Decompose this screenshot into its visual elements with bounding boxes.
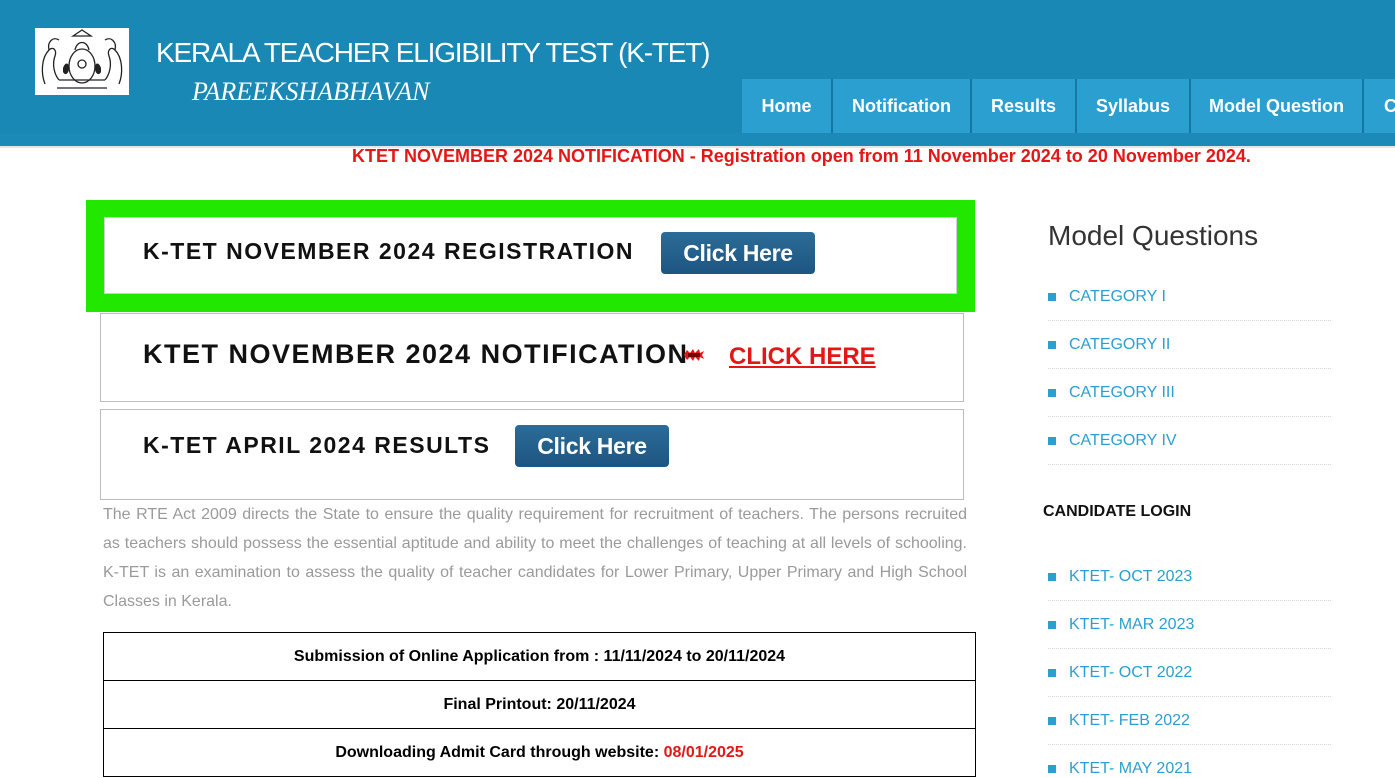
bullet-square-icon: [1048, 436, 1056, 445]
nav-home[interactable]: Home: [742, 79, 833, 133]
bullet-square-icon: [1048, 292, 1056, 301]
schedule-cell: Submission of Online Application from : …: [103, 632, 976, 681]
bullet-square-icon: [1048, 716, 1056, 725]
registration-button[interactable]: Click Here: [661, 232, 815, 274]
results-label: K-TET APRIL 2024 RESULTS: [143, 432, 491, 458]
login-label: KTET- MAY 2021: [1069, 759, 1193, 777]
category-link[interactable]: CATEGORY I: [1048, 273, 1331, 321]
schedule-text: Submission of Online Application from : …: [293, 647, 786, 665]
login-link[interactable]: KTET- OCT 2023: [1048, 553, 1331, 601]
category-link[interactable]: CATEGORY III: [1048, 369, 1331, 417]
candidate-login-title: CANDIDATE LOGIN: [1043, 503, 1192, 520]
table-row: Downloading Admit Card through website: …: [103, 728, 976, 777]
bullet-square-icon: [1048, 388, 1056, 397]
login-link[interactable]: KTET- OCT 2022: [1048, 649, 1331, 697]
category-label: CATEGORY III: [1069, 383, 1175, 401]
registration-label: K-TET NOVEMBER 2024 REGISTRATION: [143, 238, 635, 264]
new-badge-icon: [684, 349, 704, 361]
bullet-square-icon: [1048, 340, 1056, 349]
notification-link[interactable]: CLICK HERE: [729, 343, 876, 371]
login-link[interactable]: KTET- MAR 2023: [1048, 601, 1331, 649]
nav-notification[interactable]: Notification: [833, 79, 972, 133]
schedule-cell: Final Printout: 20/11/2024: [103, 680, 976, 729]
login-label: KTET- FEB 2022: [1069, 711, 1190, 729]
emblem-graphic: [41, 29, 123, 89]
category-label: CATEGORY I: [1069, 287, 1166, 305]
table-row: Final Printout: 20/11/2024: [103, 680, 976, 729]
login-label: KTET- MAR 2023: [1069, 615, 1195, 633]
bullet-square-icon: [1048, 668, 1056, 677]
login-label: KTET- OCT 2022: [1069, 663, 1193, 681]
results-button[interactable]: Click Here: [515, 425, 669, 467]
table-row: Submission of Online Application from : …: [103, 632, 976, 681]
category-label: CATEGORY IV: [1069, 431, 1177, 449]
schedule-text: Final Printout: 20/11/2024: [443, 695, 636, 713]
model-questions-title: Model Questions: [1048, 220, 1259, 251]
bullet-square-icon: [1048, 620, 1056, 629]
header-strip: [0, 133, 1395, 146]
site-subtitle: PAREEKSHABHAVAN: [192, 77, 430, 106]
schedule-table: Submission of Online Application from : …: [103, 632, 976, 777]
schedule-cell: Downloading Admit Card through website: …: [103, 728, 976, 777]
model-question-list: CATEGORY I CATEGORY II CATEGORY III CATE…: [1048, 273, 1331, 465]
notification-label: KTET NOVEMBER 2024 NOTIFICATION: [143, 339, 689, 369]
nav-syllabus[interactable]: Syllabus: [1077, 79, 1191, 133]
site-title: KERALA TEACHER ELIGIBILITY TEST (K-TET): [156, 37, 711, 68]
bullet-square-icon: [1048, 572, 1056, 581]
nav-truncated-item[interactable]: C: [1364, 79, 1395, 133]
category-link[interactable]: CATEGORY IV: [1048, 417, 1331, 465]
login-link[interactable]: KTET- FEB 2022: [1048, 697, 1331, 745]
schedule-text: Downloading Admit Card through website:: [335, 743, 664, 761]
candidate-login-list: KTET- OCT 2023 KTET- MAR 2023 KTET- OCT …: [1048, 553, 1331, 778]
login-link[interactable]: KTET- MAY 2021: [1048, 745, 1331, 778]
category-link[interactable]: CATEGORY II: [1048, 321, 1331, 369]
kerala-emblem-icon[interactable]: [35, 28, 129, 95]
category-label: CATEGORY II: [1069, 335, 1171, 353]
schedule-date: 08/01/2025: [663, 743, 744, 761]
nav-results[interactable]: Results: [972, 79, 1077, 133]
main-nav: Home Notification Results Syllabus Model…: [742, 79, 1395, 133]
intro-paragraph: The RTE Act 2009 directs the State to en…: [103, 506, 967, 610]
nav-model-question[interactable]: Model Question: [1191, 79, 1364, 133]
login-label: KTET- OCT 2023: [1069, 567, 1193, 585]
announcement-marquee[interactable]: KTET NOVEMBER 2024 NOTIFICATION - Regist…: [352, 146, 1251, 167]
bullet-square-icon: [1048, 764, 1056, 773]
